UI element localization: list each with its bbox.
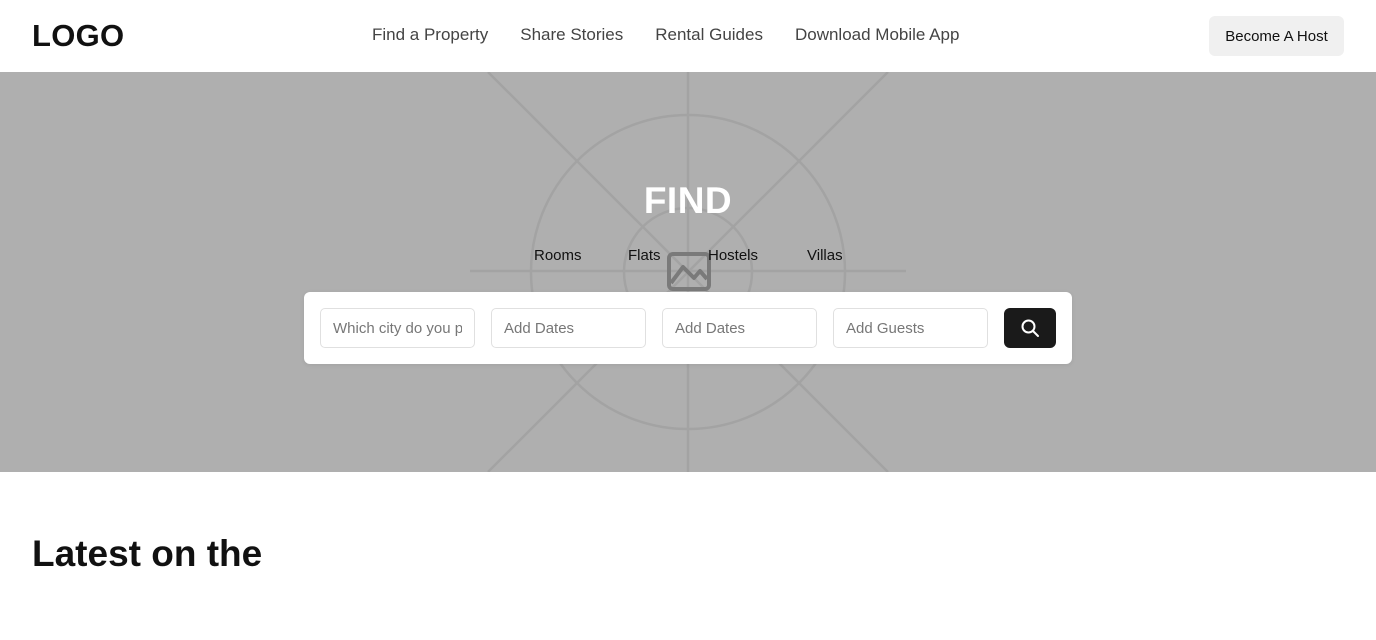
- search-button[interactable]: [1004, 308, 1056, 348]
- tab-villas[interactable]: Villas: [807, 247, 843, 264]
- tab-rooms[interactable]: Rooms: [534, 247, 582, 264]
- top-header: LOGO Find a Property Share Stories Renta…: [0, 0, 1376, 72]
- search-icon: [1021, 319, 1039, 337]
- logo[interactable]: LOGO: [32, 18, 124, 54]
- checkin-date-input[interactable]: [491, 308, 646, 348]
- hero-placeholder-image: [470, 72, 906, 472]
- become-host-button[interactable]: Become A Host: [1209, 16, 1344, 56]
- main-nav: Find a Property Share Stories Rental Gui…: [372, 25, 959, 45]
- nav-download-app[interactable]: Download Mobile App: [795, 25, 959, 45]
- tab-flats[interactable]: Flats: [628, 247, 661, 264]
- nav-rental-guides[interactable]: Rental Guides: [655, 25, 763, 45]
- latest-heading: Latest on the: [32, 533, 263, 574]
- checkout-date-input[interactable]: [662, 308, 817, 348]
- guests-input[interactable]: [833, 308, 988, 348]
- hero-section: FIND Rooms Flats Hostels Villas: [0, 72, 1376, 472]
- tab-hostels[interactable]: Hostels: [708, 247, 758, 264]
- search-card: [304, 292, 1072, 364]
- hero-title: FIND: [643, 180, 733, 221]
- nav-find-property[interactable]: Find a Property: [372, 25, 488, 45]
- property-type-tabs: Rooms Flats Hostels Villas: [0, 247, 1376, 267]
- city-input[interactable]: [320, 308, 475, 348]
- nav-share-stories[interactable]: Share Stories: [520, 25, 623, 45]
